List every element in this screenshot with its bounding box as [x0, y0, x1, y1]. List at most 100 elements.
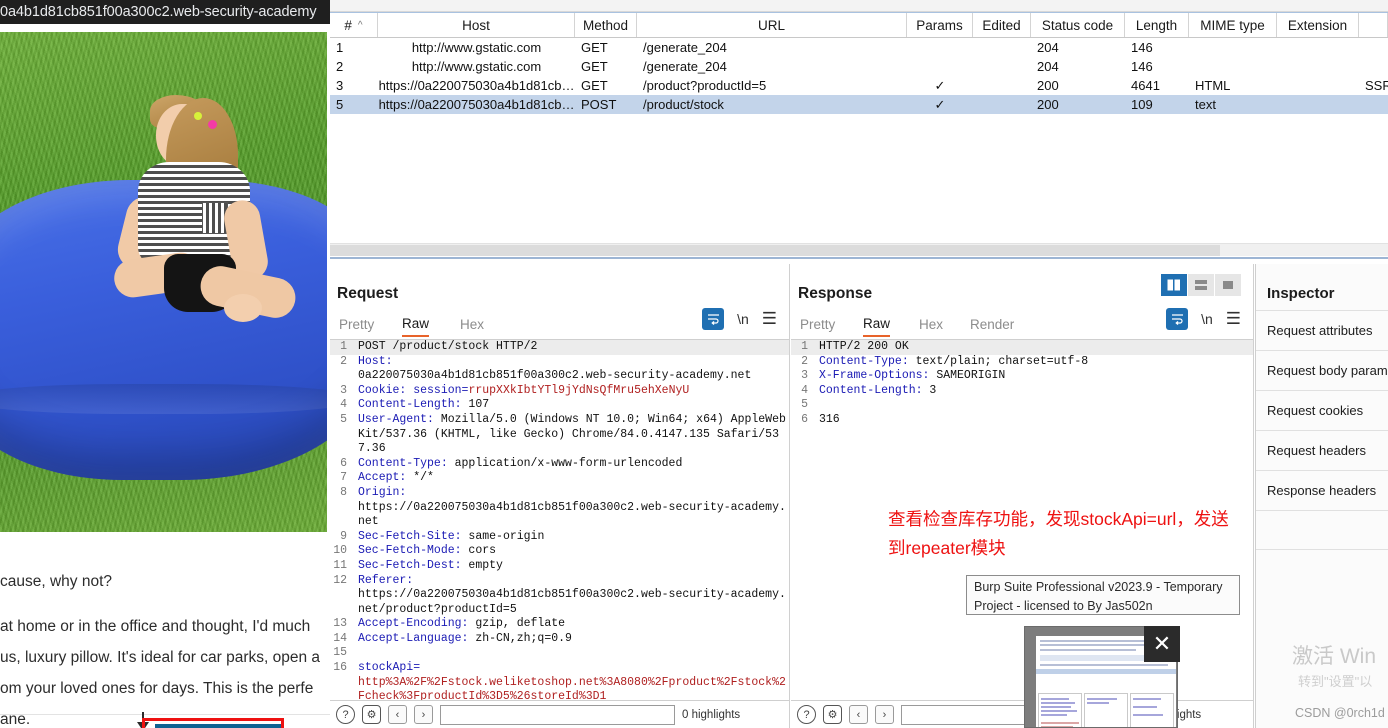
tab-raw[interactable]: Raw — [863, 311, 891, 337]
inspector-item-request-body-params[interactable]: Request body params — [1256, 350, 1388, 390]
line-text: Host: 0a220075030a4b1d81cb851f00a300c2.w… — [352, 355, 789, 384]
settings-gear-icon[interactable]: ⚙ — [823, 705, 842, 724]
help-icon[interactable]: ? — [797, 705, 816, 724]
cell-params — [907, 38, 973, 57]
cell-edited — [973, 38, 1031, 57]
code-line: 7 Accept: */* — [330, 471, 789, 486]
header-key: Content-Length: — [819, 383, 923, 397]
cell-title: SSRF with — [1365, 78, 1388, 93]
column-header-url[interactable]: URL — [637, 13, 907, 37]
request-editor[interactable]: 1 POST /product/stock HTTP/2 2 Host: 0a220… — [330, 339, 789, 700]
tab-raw[interactable]: Raw — [402, 311, 430, 337]
code-line: 2 Host: 0a220075030a4b1d81cb851f00a300c2.… — [330, 355, 789, 384]
line-number: 15 — [333, 646, 347, 660]
cell-length: 146 — [1131, 40, 1153, 55]
col-label: Status code — [1041, 17, 1114, 33]
line-number: 1 — [791, 340, 813, 355]
line-text: Accept: */* — [352, 471, 789, 486]
inspector-item-request-headers[interactable]: Request headers — [1256, 430, 1388, 470]
hair-tie-yellow — [194, 112, 202, 120]
header-key: Content-Type: — [819, 354, 909, 368]
menu-icon[interactable]: ☰ — [762, 309, 777, 329]
single-icon[interactable] — [1215, 274, 1242, 296]
browser-url-bar[interactable]: 0a4b1d81cb851f00a300c2.web-security-acad… — [0, 0, 330, 24]
code-line: 3 Cookie: session=rrupXXkIbtYTl9jYdNsQfMr… — [330, 384, 789, 399]
line-number: 4 — [340, 398, 347, 412]
sort-caret-icon: ^ — [357, 19, 363, 31]
column-header-mime[interactable]: MIME type — [1189, 13, 1277, 37]
help-icon[interactable]: ? — [336, 705, 355, 724]
tab-pretty[interactable]: Pretty — [339, 311, 374, 337]
tab-hex[interactable]: Hex — [460, 311, 484, 337]
table-body: 1 http://www.gstatic.com GET /generate_2… — [330, 38, 1388, 114]
line-text: Origin: https://0a220075030a4b1d81cb851f… — [352, 486, 789, 530]
line-number: 11 — [333, 558, 347, 572]
search-prev-button[interactable]: ‹ — [388, 705, 407, 724]
column-header-title[interactable] — [1359, 13, 1388, 37]
header-value: 107 — [461, 398, 490, 412]
search-input[interactable] — [440, 704, 675, 725]
col-label: Method — [582, 17, 629, 33]
description-line: om your loved ones for days. This is the… — [0, 680, 314, 697]
hair-tie-pink — [208, 120, 217, 129]
search-next-button[interactable]: › — [875, 705, 894, 724]
code-line: 10 Sec-Fetch-Mode: cors — [330, 544, 789, 559]
column-header-method[interactable]: Method — [575, 13, 637, 37]
line-number: 1 — [330, 340, 352, 355]
header-value: same-origin — [461, 529, 545, 543]
line-number: 3 — [340, 383, 347, 397]
column-header-edited[interactable]: Edited — [973, 13, 1031, 37]
pillow-seam — [0, 384, 327, 414]
header-key: Content-Length: — [358, 398, 462, 412]
inspector-item-request-attributes[interactable]: Request attributes — [1256, 310, 1388, 350]
scrollbar-thumb[interactable] — [330, 245, 1220, 256]
header-key: Content-Type: — [358, 456, 448, 470]
table-row[interactable]: 2 http://www.gstatic.com GET /generate_2… — [330, 57, 1388, 76]
col-label: # — [344, 17, 352, 33]
word-wrap-icon[interactable] — [702, 308, 725, 330]
col-label: URL — [757, 17, 785, 33]
child-figure — [111, 95, 300, 384]
tab-render[interactable]: Render — [970, 311, 1014, 337]
search-prev-button[interactable]: ‹ — [849, 705, 868, 724]
tab-pretty[interactable]: Pretty — [800, 311, 835, 337]
close-icon[interactable]: ✕ — [1144, 626, 1180, 662]
browser-window: 0a4b1d81cb851f00a300c2.web-security-acad… — [0, 0, 330, 728]
check-stock-row: Check stock — [0, 712, 330, 728]
line-number: 7 — [340, 471, 347, 485]
table-row[interactable]: 3 https://0a220075030a4b1d81cb… GET /pro… — [330, 76, 1388, 95]
panel-split-divider[interactable] — [330, 257, 1388, 259]
newline-icon[interactable]: \n — [1201, 311, 1213, 327]
line-number: 5 — [801, 398, 808, 412]
inspector-item-request-cookies[interactable]: Request cookies — [1256, 390, 1388, 430]
tab-hex[interactable]: Hex — [919, 311, 943, 337]
side-by-side-icon[interactable] — [1161, 274, 1188, 296]
col-label: Extension — [1287, 17, 1348, 33]
cell-mime — [1189, 57, 1277, 76]
header-key: User-Agent: — [358, 412, 434, 426]
header-value: empty — [461, 558, 503, 572]
search-next-button[interactable]: › — [414, 705, 433, 724]
col-label: Edited — [982, 17, 1021, 33]
column-header-number[interactable]: # ^ — [330, 13, 378, 37]
lab-page: cause, why not? at home or in the office… — [0, 24, 330, 728]
settings-gear-icon[interactable]: ⚙ — [362, 705, 381, 724]
word-wrap-icon[interactable] — [1166, 308, 1189, 330]
menu-icon[interactable]: ☰ — [1226, 309, 1241, 329]
cell-mime — [1189, 38, 1277, 57]
column-header-host[interactable]: Host — [378, 13, 575, 37]
column-header-extension[interactable]: Extension — [1277, 13, 1359, 37]
inspector-item-response-headers[interactable]: Response headers — [1256, 470, 1388, 510]
highlight-count: 0 highlights — [682, 708, 741, 721]
table-row[interactable]: 5 https://0a220075030a4b1d81cb… POST /pr… — [330, 95, 1388, 114]
column-header-status[interactable]: Status code — [1031, 13, 1125, 37]
table-row[interactable]: 1 http://www.gstatic.com GET /generate_2… — [330, 38, 1388, 57]
newline-icon[interactable]: \n — [737, 311, 749, 327]
column-header-length[interactable]: Length — [1125, 13, 1189, 37]
stacked-icon[interactable] — [1188, 274, 1215, 296]
column-header-params[interactable]: Params — [907, 13, 973, 37]
line-text: Content-Type: text/plain; charset=utf-8 — [813, 355, 1253, 370]
cell-params: ✓ — [934, 96, 946, 112]
line-text: Sec-Fetch-Site: same-origin — [352, 530, 789, 545]
table-horizontal-scrollbar[interactable] — [330, 243, 1388, 256]
